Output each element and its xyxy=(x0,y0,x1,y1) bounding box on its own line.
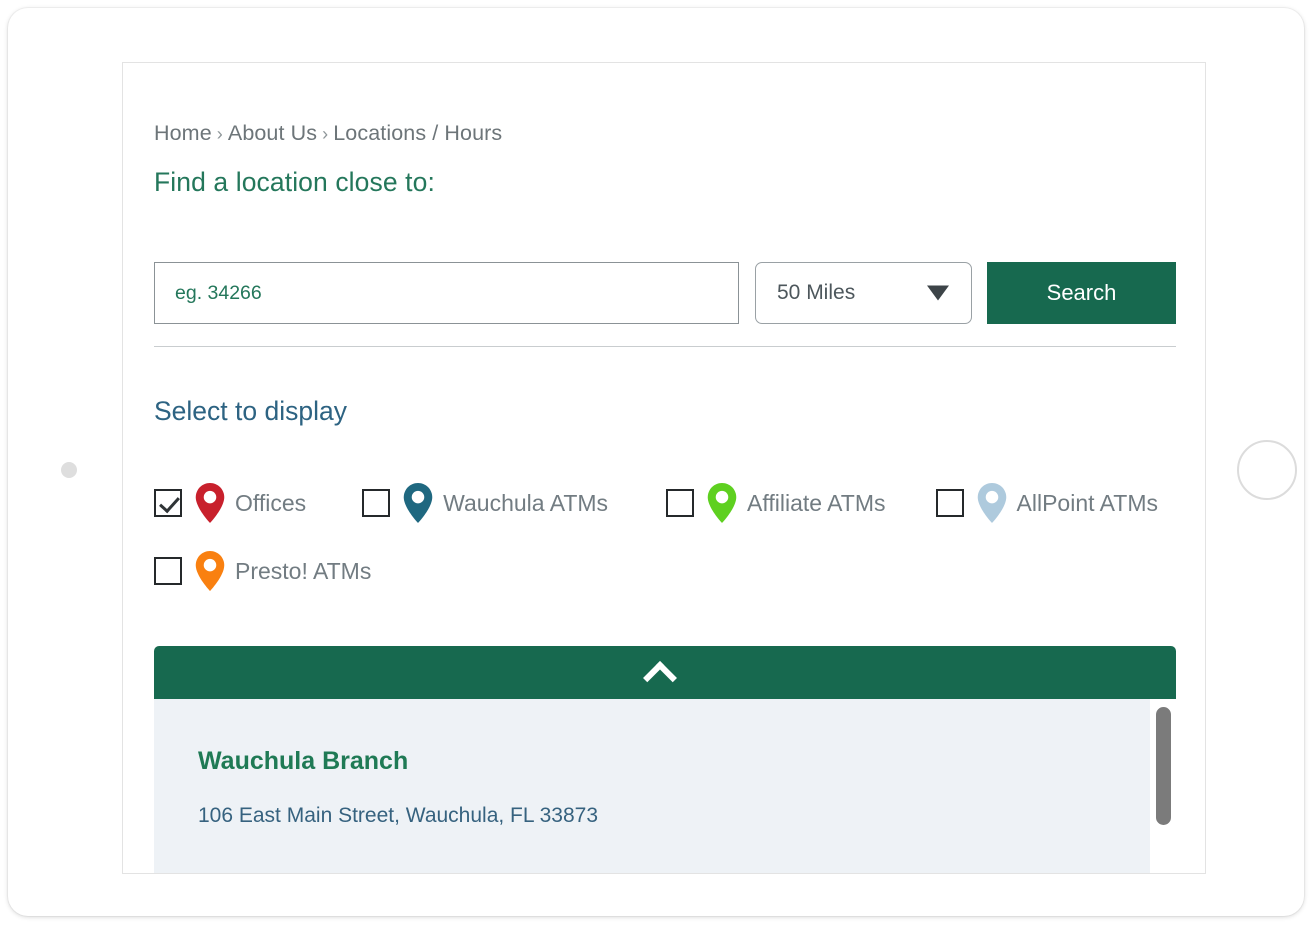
results-panel: Wauchula Branch 106 East Main Street, Wa… xyxy=(154,646,1176,873)
radius-select[interactable]: 50 Miles xyxy=(755,262,972,324)
select-to-display-heading: Select to display xyxy=(154,396,347,426)
legend-row: Presto! ATMs xyxy=(154,543,1176,599)
legend-label-presto-atms: Presto! ATMs xyxy=(235,557,372,584)
results-collapse-header[interactable] xyxy=(154,646,1176,699)
legend-item-allpoint-atms[interactable]: AllPoint ATMs xyxy=(935,483,1158,523)
map-pin-icon xyxy=(707,483,737,523)
tablet-device-frame: Home › About Us › Locations / Hours Find a l… xyxy=(8,8,1304,916)
scrollbar-thumb[interactable] xyxy=(1156,707,1171,825)
camera-icon xyxy=(61,462,77,478)
results-list: Wauchula Branch 106 East Main Street, Wa… xyxy=(154,699,1176,873)
legend-label-allpoint-atms: AllPoint ATMs xyxy=(1016,489,1158,516)
result-address: 106 East Main Street, Wauchula, FL 33873 xyxy=(198,804,599,827)
checkbox-affiliate-atms[interactable] xyxy=(666,489,695,517)
breadcrumb-item-about-us[interactable]: About Us xyxy=(228,121,317,145)
checkbox-allpoint-atms[interactable] xyxy=(935,489,964,517)
checkbox-presto-atms[interactable] xyxy=(154,557,182,585)
legend-item-affiliate-atms[interactable]: Affiliate ATMs xyxy=(666,483,886,523)
search-button[interactable]: Search xyxy=(987,262,1176,324)
legend-item-presto-atms[interactable]: Presto! ATMs xyxy=(154,551,371,591)
radius-select-value: 50 Miles xyxy=(777,281,856,304)
breadcrumb-item-locations-hours[interactable]: Locations / Hours xyxy=(333,121,502,145)
home-button-icon[interactable] xyxy=(1237,440,1297,500)
breadcrumb: Home › About Us › Locations / Hours xyxy=(154,121,502,146)
legend-item-offices[interactable]: Offices xyxy=(154,483,306,523)
map-pin-icon xyxy=(195,551,225,591)
chevron-up-icon xyxy=(643,661,677,695)
map-pin-icon xyxy=(403,483,433,523)
map-pin-icon xyxy=(195,483,225,523)
chevron-down-icon xyxy=(927,285,949,301)
legend-row: Offices Wauchula ATMs Affiliate ATMs All… xyxy=(154,475,1176,531)
breadcrumb-separator-icon: › xyxy=(216,124,223,144)
locations-page-card: Home › About Us › Locations / Hours Find a l… xyxy=(122,62,1206,874)
legend-label-affiliate-atms: Affiliate ATMs xyxy=(747,489,886,516)
map-pin-icon xyxy=(977,483,1006,523)
legend-label-offices: Offices xyxy=(235,489,307,516)
result-title: Wauchula Branch xyxy=(198,747,409,775)
breadcrumb-item-home[interactable]: Home xyxy=(154,121,212,145)
checkbox-wauchula-atms[interactable] xyxy=(362,489,391,517)
list-item[interactable]: Wauchula Branch 106 East Main Street, Wa… xyxy=(154,699,1176,828)
legend-filters: Offices Wauchula ATMs Affiliate ATMs All… xyxy=(154,475,1176,599)
legend-label-wauchula-atms: Wauchula ATMs xyxy=(443,489,609,516)
scrollbar-track[interactable] xyxy=(1150,699,1176,873)
search-row: 50 Miles Search xyxy=(154,208,1176,324)
section-divider xyxy=(154,346,1176,347)
legend-item-wauchula-atms[interactable]: Wauchula ATMs xyxy=(362,483,608,523)
breadcrumb-separator-icon: › xyxy=(322,124,329,144)
zip-code-input[interactable] xyxy=(154,262,739,324)
find-location-heading: Find a location close to: xyxy=(154,167,435,197)
checkbox-offices[interactable] xyxy=(154,489,182,517)
